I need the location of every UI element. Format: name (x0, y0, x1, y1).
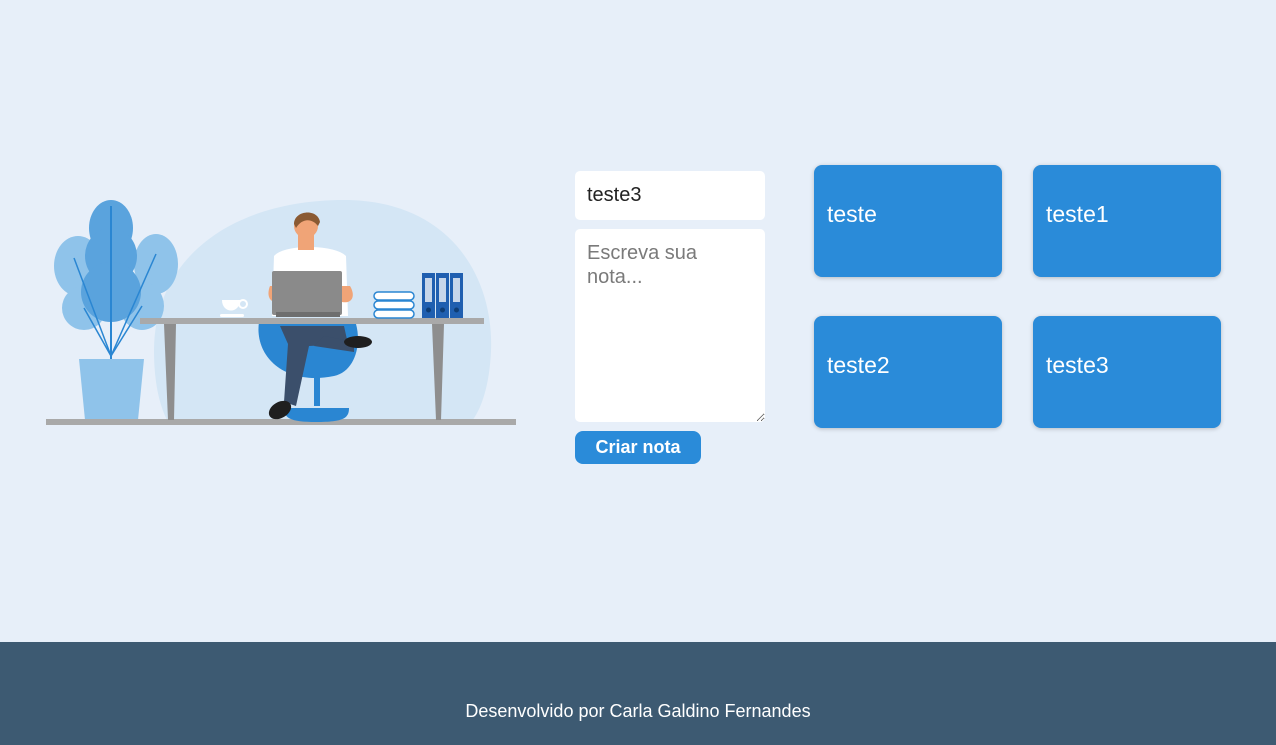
page-footer: Desenvolvido por Carla Galdino Fernandes (0, 642, 1276, 745)
note-title-input[interactable] (575, 171, 765, 220)
create-note-button[interactable]: Criar nota (575, 431, 701, 464)
footer-credit: Desenvolvido por Carla Galdino Fernandes (465, 701, 811, 721)
office-work-illustration (44, 196, 518, 430)
note-card-title: teste2 (827, 352, 890, 378)
note-card[interactable]: teste2 (814, 316, 1002, 428)
note-card-title: teste3 (1046, 352, 1109, 378)
note-card-title: teste1 (1046, 201, 1109, 227)
note-body-textarea[interactable] (575, 229, 765, 422)
note-card[interactable]: teste3 (1033, 316, 1221, 428)
note-card[interactable]: teste1 (1033, 165, 1221, 277)
note-card[interactable]: teste (814, 165, 1002, 277)
note-card-title: teste (827, 201, 877, 227)
